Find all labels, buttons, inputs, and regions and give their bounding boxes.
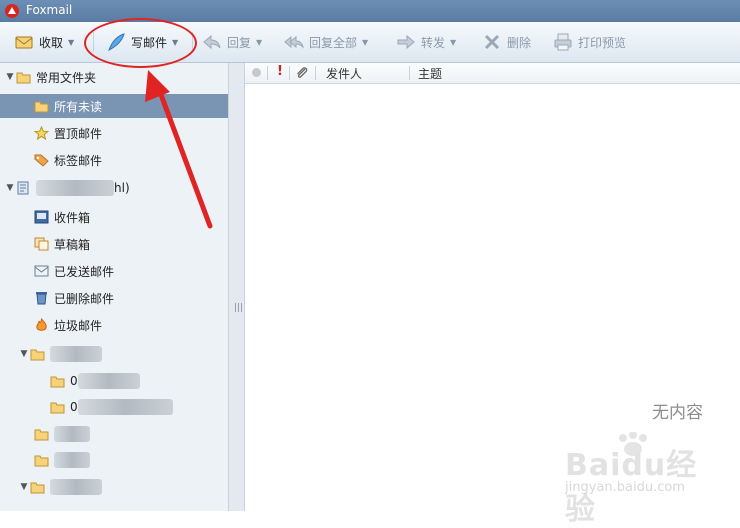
folder-drafts[interactable]: 草稿箱: [0, 232, 228, 256]
collapse-triangle-icon[interactable]: ▼: [18, 482, 30, 492]
reply-all-icon: [284, 35, 304, 49]
star-icon: [34, 126, 49, 140]
blurred-folder-name: [50, 346, 102, 362]
folder-label: 标签邮件: [54, 153, 103, 168]
sent-icon: [34, 265, 49, 277]
foxmail-logo-icon: [5, 4, 19, 18]
folder-label: 置顶邮件: [54, 126, 103, 141]
folder-custom-1-sub-2[interactable]: 0: [0, 395, 228, 419]
window-title: Foxmail: [26, 3, 73, 17]
column-subject[interactable]: 主题: [418, 65, 442, 82]
empty-list-message: 无内容: [652, 403, 703, 423]
delete-x-icon: [484, 34, 500, 50]
mail-list-header: ! 发件人 主题: [245, 63, 740, 84]
chevron-down-icon[interactable]: ▼: [256, 38, 262, 47]
forward-arrow-icon: [397, 34, 415, 50]
folder-custom-1[interactable]: ▼: [0, 342, 228, 366]
printer-icon: [554, 33, 572, 51]
folder-icon: [34, 455, 49, 467]
folder-custom-2[interactable]: [0, 422, 228, 446]
priority-icon[interactable]: !: [277, 64, 283, 79]
title-bar: Foxmail: [0, 0, 740, 22]
folder-label: 垃圾邮件: [54, 318, 103, 333]
grip-handle-icon[interactable]: |||: [234, 303, 243, 313]
forward-button[interactable]: 转发 ▼: [396, 30, 456, 54]
folder-icon: [34, 429, 49, 441]
reply-all-button[interactable]: 回复全部 ▼: [284, 30, 368, 54]
folder-group-common[interactable]: ▼ 常用文件夹: [0, 65, 228, 89]
baidu-watermark: Baidu经验 jingyan.baidu.com: [565, 432, 725, 527]
account-node[interactable]: ▼ hl): [0, 176, 228, 200]
annotation-ellipse: [84, 18, 197, 68]
folder-label: 已发送邮件: [54, 264, 115, 279]
delete-button[interactable]: 删除: [482, 30, 531, 54]
pane-splitter[interactable]: |||: [229, 63, 245, 511]
reply-label: 回复: [227, 35, 252, 50]
print-preview-label: 打印预览: [578, 35, 627, 50]
folder-deleted[interactable]: 已删除邮件: [0, 286, 228, 310]
folder-icon: [16, 72, 31, 84]
folder-all-unread[interactable]: 所有未读: [0, 94, 228, 118]
folder-tree: ▼ 常用文件夹 所有未读 置顶邮件 标签邮件 ▼ hl) 收件箱 草稿箱 已发送…: [0, 63, 229, 511]
tag-icon: [34, 154, 49, 167]
blurred-folder-name: [50, 479, 102, 495]
fire-icon: [36, 318, 47, 331]
column-divider: [267, 66, 268, 80]
collapse-triangle-icon[interactable]: ▼: [4, 183, 16, 193]
folder-label: 所有未读: [54, 99, 103, 114]
receive-label: 收取: [39, 35, 64, 50]
folder-icon: [50, 402, 65, 414]
blurred-folder-name: [54, 426, 90, 442]
column-divider: [289, 66, 290, 80]
folder-sent[interactable]: 已发送邮件: [0, 259, 228, 283]
reply-button[interactable]: 回复 ▼: [202, 30, 262, 54]
folder-label: 已删除邮件: [54, 291, 115, 306]
folder-inbox[interactable]: 收件箱: [0, 205, 228, 229]
folder-label: 草稿箱: [54, 237, 91, 252]
reply-all-label: 回复全部: [309, 35, 358, 50]
blurred-folder-name: [77, 399, 173, 415]
folder-junk[interactable]: 垃圾邮件: [0, 313, 228, 337]
folder-icon: [50, 376, 65, 388]
chevron-down-icon[interactable]: ▼: [68, 38, 74, 47]
folder-custom-1-sub-1[interactable]: 0: [0, 369, 228, 393]
blurred-folder-name: [54, 452, 90, 468]
column-divider: [315, 66, 316, 80]
folder-label: 0: [70, 374, 78, 388]
folder-label: 0: [70, 400, 78, 414]
folder-icon: [30, 482, 45, 494]
folder-label: 收件箱: [54, 210, 91, 225]
folder-tagged[interactable]: 标签邮件: [0, 148, 228, 172]
trash-can-icon: [36, 292, 47, 305]
account-suffix: hl): [114, 181, 130, 195]
receive-button[interactable]: 收取 ▼: [14, 30, 74, 54]
account-icon: [17, 181, 29, 195]
folder-pinned[interactable]: 置顶邮件: [0, 121, 228, 145]
column-from[interactable]: 发件人: [326, 65, 362, 82]
print-preview-button[interactable]: 打印预览: [553, 30, 626, 54]
folder-custom-4[interactable]: ▼: [0, 475, 228, 499]
column-divider: [409, 66, 410, 80]
chevron-down-icon[interactable]: ▼: [450, 38, 456, 47]
folder-icon: [30, 349, 45, 361]
folder-group-label: 常用文件夹: [36, 70, 97, 85]
envelope-icon: [15, 36, 33, 49]
blurred-folder-name: [77, 373, 140, 389]
paperclip-icon[interactable]: [295, 65, 309, 81]
delete-label: 删除: [507, 35, 532, 50]
chevron-down-icon[interactable]: ▼: [362, 38, 368, 47]
blurred-account-name: [36, 180, 114, 196]
drafts-icon: [34, 237, 49, 251]
collapse-triangle-icon[interactable]: ▼: [18, 349, 30, 359]
folder-custom-3[interactable]: [0, 448, 228, 472]
collapse-triangle-icon[interactable]: ▼: [4, 72, 16, 82]
watermark-url: jingyan.baidu.com: [565, 480, 685, 495]
status-dot-icon[interactable]: [252, 68, 261, 77]
reply-arrow-icon: [203, 34, 221, 50]
folder-icon: [34, 101, 49, 113]
forward-label: 转发: [421, 35, 446, 50]
inbox-icon: [34, 210, 49, 224]
